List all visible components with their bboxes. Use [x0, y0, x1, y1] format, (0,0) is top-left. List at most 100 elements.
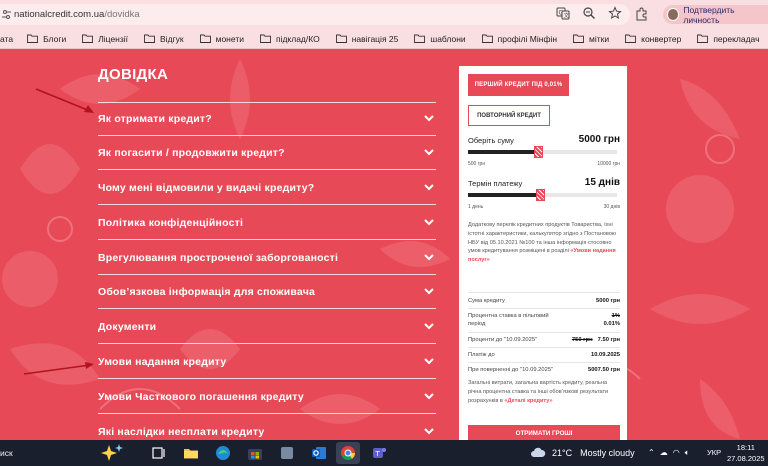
copilot-sparkle-icon[interactable]	[100, 443, 126, 463]
amount-slider[interactable]	[468, 146, 617, 158]
wifi-icon[interactable]: ◠	[673, 448, 680, 458]
faq-item-label: Умови Часткового погашення кредиту	[98, 390, 304, 403]
credit-details-link[interactable]: «Деталі кредиту»	[504, 398, 552, 404]
address-bar[interactable]: nationalcredit.com.ua/dovidka	[0, 4, 630, 25]
avatar	[667, 8, 680, 21]
profile-button[interactable]: Подтвердить личность	[663, 4, 768, 25]
weather-widget[interactable]: 21°C Mostly cloudy	[530, 446, 635, 460]
term-slider-thumb[interactable]	[535, 189, 545, 201]
faq-item[interactable]: Чому мені відмовили у видачі кредиту?	[98, 171, 436, 205]
taskbar-search[interactable]: иск	[0, 448, 13, 458]
file-explorer-icon[interactable]	[182, 444, 200, 462]
term-slider[interactable]	[468, 189, 617, 201]
folder-icon	[573, 34, 584, 43]
folder-icon	[625, 34, 637, 43]
first-credit-button[interactable]: ПЕРШИЙ КРЕДИТ ПІД 0,01%	[468, 74, 569, 96]
bookmark-item[interactable]: шаблони	[414, 34, 466, 44]
folder-icon	[414, 34, 426, 43]
edge-icon[interactable]	[214, 444, 232, 462]
app-icon[interactable]	[278, 444, 296, 462]
store-icon[interactable]	[246, 444, 264, 462]
profile-label: Подтвердить личность	[683, 4, 735, 25]
bookmark-item[interactable]: профілі Мінфін	[481, 34, 557, 44]
cloud-sync-icon[interactable]: ☁	[660, 448, 668, 458]
faq-item[interactable]: Як погасити / продовжити кредит?	[98, 136, 436, 170]
translate-icon[interactable]: G文	[556, 6, 570, 20]
extensions-icon[interactable]	[634, 7, 648, 21]
bookmark-item[interactable]: ата	[0, 34, 13, 44]
faq-item-label: Чому мені відмовили у видачі кредиту?	[98, 181, 315, 194]
folder-icon	[335, 34, 347, 43]
bookmark-item[interactable]: мітки	[573, 34, 609, 44]
amount-max: 10000 грн	[597, 161, 620, 167]
bookmark-item[interactable]: навігація 25	[335, 34, 398, 44]
weather-text: Mostly cloudy	[580, 448, 635, 458]
cloud-icon	[531, 447, 546, 457]
divider	[468, 308, 620, 309]
site-info-icon[interactable]	[2, 9, 11, 20]
chevron-down-icon	[424, 149, 434, 156]
folder-icon	[260, 34, 271, 43]
term-min: 1 день	[468, 204, 484, 210]
bookmark-item[interactable]: Ліцензії	[82, 34, 128, 44]
faq-item[interactable]: Політика конфіденційності	[98, 206, 436, 240]
language-indicator[interactable]: УКР	[707, 448, 721, 457]
faq-item[interactable]: Умови надання кредиту	[98, 345, 436, 379]
chevron-down-icon	[424, 323, 434, 330]
bookmark-item[interactable]: Блоги	[27, 34, 66, 44]
chrome-icon[interactable]	[339, 444, 357, 462]
folder-icon	[144, 34, 155, 43]
folder-icon	[199, 34, 211, 43]
faq-item[interactable]: Які наслідки несплати кредиту	[98, 415, 436, 440]
faq-item[interactable]: Врегулювання простроченої заборгованості	[98, 241, 436, 275]
bookmark-item[interactable]: конвертер	[625, 34, 681, 44]
bookmark-star-icon[interactable]	[608, 6, 622, 20]
bookmarks-bar: ата Блоги Ліцензії Відгук монети підклад…	[0, 29, 768, 49]
page-title: ДОВІДКА	[98, 66, 169, 83]
faq-item-label: Які наслідки несплати кредиту	[98, 425, 265, 438]
bookmark-item[interactable]: монети	[199, 34, 244, 44]
address-bar-actions: G文	[556, 6, 622, 20]
system-tray[interactable]: ⌃ ☁ ◠ 🔈︎	[648, 448, 690, 458]
faq-item-label: Як погасити / продовжити кредит?	[98, 146, 285, 159]
folder-icon	[481, 34, 493, 43]
faq-item-label: Обов’язкова інформація для споживача	[98, 285, 316, 298]
faq-item[interactable]: Обов’язкова інформація для споживача	[98, 275, 436, 309]
chevron-up-icon[interactable]: ⌃	[648, 448, 655, 458]
folder-icon	[27, 34, 39, 43]
summary-row-interest: Проценти до "10.09.2025" 750 грн 7.50 грн	[468, 337, 620, 343]
get-money-button[interactable]: ОТРИМАТИ ГРОШІ	[468, 425, 620, 440]
bookmark-item[interactable]: підклад/КО	[260, 34, 320, 44]
faq-item[interactable]: Умови Часткового погашення кредиту	[98, 380, 436, 414]
term-label: Термін платежу	[468, 179, 523, 188]
clock-time: 18:11	[736, 443, 755, 452]
divider	[468, 362, 620, 363]
amount-value: 5000 грн	[578, 134, 620, 145]
credit-info-note: Додаткову перелік кредитних продуктів То…	[468, 222, 617, 264]
amount-label: Оберіть суму	[468, 136, 514, 145]
divider	[468, 292, 620, 293]
chevron-down-icon	[424, 115, 434, 122]
task-view-icon[interactable]	[150, 444, 168, 462]
browser-toolbar: nationalcredit.com.ua/dovidka G文 Подтвер…	[0, 0, 768, 29]
clock-date: 27.08.2025	[727, 454, 765, 463]
faq-item[interactable]: Документи	[98, 310, 436, 344]
repeat-credit-button[interactable]: ПОВТОРНИЙ КРЕДИТ	[468, 105, 550, 126]
annotation-arrow	[23, 362, 94, 375]
summary-row-rate: Процентна ставка в пільговий період 1% 0.0…	[468, 313, 620, 327]
amount-slider-thumb[interactable]	[534, 146, 544, 158]
volume-icon[interactable]: 🔈︎	[685, 448, 690, 458]
faq-item[interactable]: Як отримати кредит?	[98, 102, 436, 136]
zoom-icon[interactable]	[582, 6, 596, 20]
amount-min: 500 грн	[468, 161, 486, 167]
folder-icon	[697, 34, 709, 43]
chevron-down-icon	[424, 219, 434, 226]
bookmark-item[interactable]: Відгук	[144, 34, 184, 44]
bookmark-item[interactable]: перекладач	[697, 34, 760, 44]
teams-icon[interactable]: T	[370, 444, 388, 462]
clock[interactable]: 18:11 27.08.2025	[727, 442, 765, 464]
summary-row-payment: Платіж до 10.09.2025	[468, 352, 620, 358]
outlook-icon[interactable]	[310, 444, 328, 462]
faq-item-label: Політика конфіденційності	[98, 216, 244, 229]
amount-slider-fill	[468, 150, 539, 154]
